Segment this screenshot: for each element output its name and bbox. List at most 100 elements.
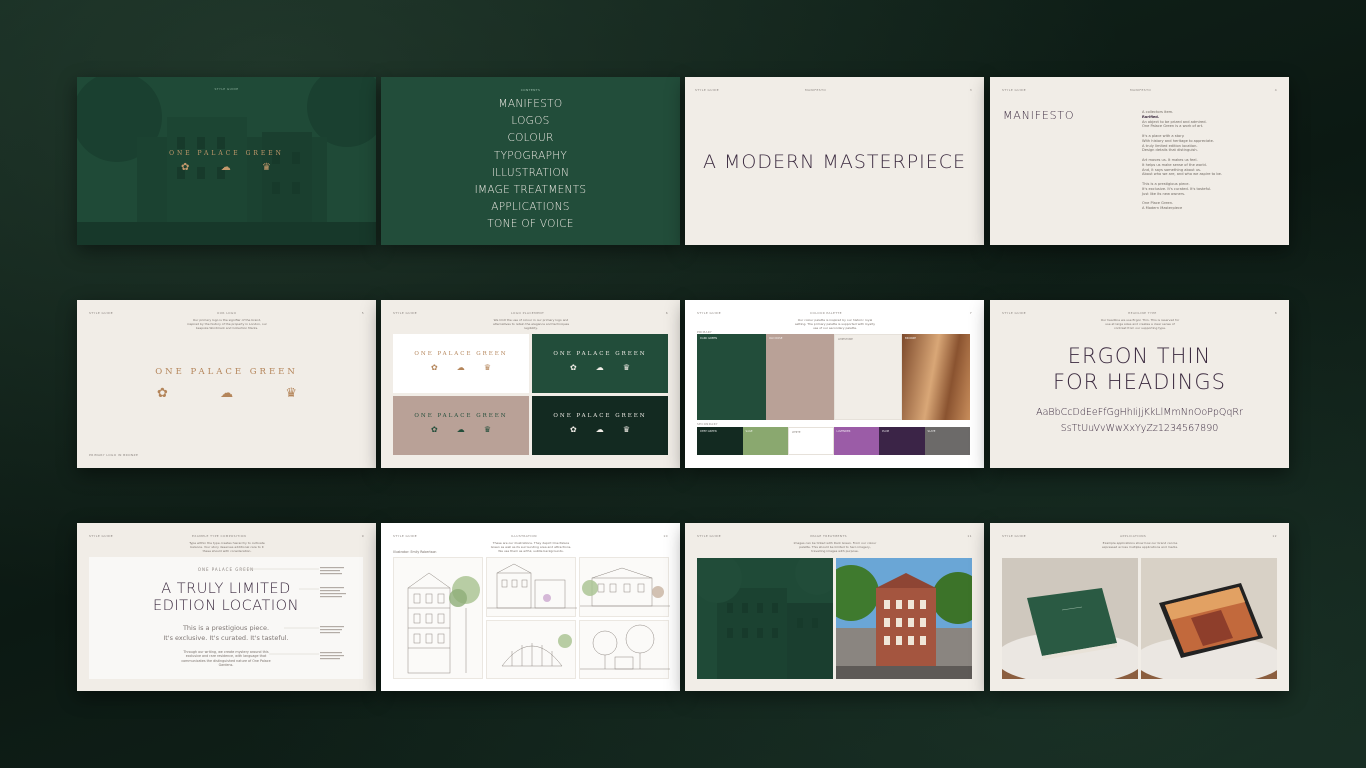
slide-header-left: STYLE GUIDE — [697, 534, 722, 538]
slide-page-number: 6 — [665, 311, 668, 315]
swatch-label: DARK GREEN — [700, 337, 718, 340]
contents-item-logos[interactable]: LOGOS — [381, 113, 680, 130]
contents-item-typography[interactable]: TYPOGRAPHY — [381, 148, 680, 165]
slide-header: STYLE GUIDE — [214, 87, 239, 91]
flower-icon: ✿ — [181, 162, 190, 173]
brand-wordmark: ONE PALACE GREEN — [155, 367, 298, 377]
slide-page-number: 10 — [663, 534, 668, 538]
flower-icon: ✿ — [431, 425, 438, 434]
secondary-swatch: SAGE — [742, 427, 788, 455]
sketch-rotunda — [486, 620, 576, 679]
slide-contents[interactable]: CONTENTS MANIFESTO LOGOS COLOUR TYPOGRAP… — [381, 77, 680, 245]
slide-intro: Our colour palette is inspired by our hi… — [794, 318, 876, 330]
slide-masterpiece[interactable]: STYLE GUIDE MANIFESTO 3 A MODERN MASTERP… — [685, 77, 984, 245]
secondary-label: SECONDARY — [697, 422, 718, 426]
slide-page-number: 9 — [361, 534, 364, 538]
slide-page-number: 8 — [1274, 311, 1277, 315]
logo-panel-wordmark: ONE PALACE GREEN — [414, 413, 508, 419]
manifesto-line: A Modern Masterpiece — [1142, 205, 1183, 210]
collection-marks: ✿ ☁ ♛ — [181, 163, 271, 173]
crown-icon: ♛ — [483, 425, 491, 434]
slide-intro: Our primary logo is the signifier of the… — [187, 318, 267, 330]
crown-icon: ♛ — [622, 425, 630, 434]
manifesto-text: A collectors item. Rarified. An object to … — [1142, 110, 1222, 211]
cloud-icon: ☁ — [595, 425, 604, 434]
slide-cover[interactable]: STYLE GUIDE ONE PALACE GREEN ✿ ☁ ♛ — [77, 77, 376, 245]
tablet-mockup-photo — [1141, 558, 1277, 679]
sketch-terrace — [579, 557, 670, 617]
slide-manifesto[interactable]: STYLE GUIDE MANIFESTO 4 MANIFESTO A coll… — [990, 77, 1289, 245]
swatch-label: LIMESTONE — [838, 338, 853, 341]
logo-panel: ONE PALACE GREEN ✿ ☁ ♛ — [393, 396, 529, 455]
slide-header-mid: MANIFESTO — [805, 88, 827, 92]
annotation-lines — [239, 567, 346, 660]
primary-swatch: BRONZE — [902, 334, 970, 420]
slide-applications[interactable]: STYLE GUIDE APPLICATIONS 12 Example appl… — [990, 523, 1289, 691]
secondary-swatch: LAVENDER — [833, 427, 879, 455]
slide-illustration[interactable]: STYLE GUIDE ILLUSTRATION 10 These are ou… — [381, 523, 680, 691]
slide-headline-type[interactable]: STYLE GUIDE HEADLINE TYPE 8 Our headline… — [990, 300, 1289, 468]
slide-primary-logo[interactable]: STYLE GUIDE OUR LOGO 5 Our primary logo … — [77, 300, 376, 468]
flower-icon: ✿ — [157, 386, 168, 401]
slide-page-number: 11 — [967, 534, 972, 538]
crown-icon: ♛ — [285, 386, 297, 401]
slide-header-left: STYLE GUIDE — [697, 311, 722, 315]
cloud-icon: ☁ — [456, 425, 465, 434]
swatch-label: LAVENDER — [836, 430, 851, 433]
slide-header-left: STYLE GUIDE — [393, 311, 418, 315]
cloud-icon: ☁ — [220, 386, 234, 401]
brand-wordmark: ONE PALACE GREEN — [169, 150, 284, 157]
manifesto-line: With history and heritage to appreciate. — [1142, 138, 1214, 143]
book-mockup-photo — [1002, 558, 1138, 679]
primary-swatch: OLD ROSE — [766, 334, 834, 420]
slide-intro: Example applications show how our brand … — [1101, 541, 1179, 549]
slide-header-left: STYLE GUIDE — [393, 534, 418, 538]
slide-header-mid: APPLICATIONS — [1120, 534, 1147, 538]
slide-page-number: 5 — [361, 311, 364, 315]
contents-item-image-treatments[interactable]: IMAGE TREATMENTS — [381, 182, 680, 199]
building-photo-tinted — [77, 77, 376, 245]
type-alphabet-line1: AaBbCcDdEeFfGgHhIiJjKkLlMmNnOoPpQqRr — [1036, 407, 1243, 418]
logo-panel-wordmark: ONE PALACE GREEN — [553, 351, 647, 357]
sketch-building-tall — [393, 557, 483, 679]
logo-panel: ONE PALACE GREEN ✿ ☁ ♛ — [532, 396, 668, 455]
slide-header-left: STYLE GUIDE — [1002, 88, 1027, 92]
logo-panel: ONE PALACE GREEN ✿ ☁ ♛ — [532, 334, 668, 393]
swatch-label: PLUM — [882, 430, 890, 433]
primary-swatch: DARK GREEN — [697, 334, 766, 420]
flower-icon: ✿ — [431, 363, 438, 372]
slide-type-composition[interactable]: STYLE GUIDE EXAMPLE TYPE COMPOSITION 9 T… — [77, 523, 376, 691]
contents-list: MANIFESTO LOGOS COLOUR TYPOGRAPHY ILLUST… — [381, 96, 680, 234]
contents-item-colour[interactable]: COLOUR — [381, 130, 680, 147]
slide-logo-placement[interactable]: STYLE GUIDE LOGO PLACEMENT 6 We limit th… — [381, 300, 680, 468]
slide-header-left: STYLE GUIDE — [1002, 311, 1027, 315]
slide-header: CONTENTS — [520, 88, 541, 92]
slide-header-mid: MANIFESTO — [1130, 88, 1152, 92]
slide-header-mid: ILLUSTRATION — [511, 534, 537, 538]
cloud-icon: ☁ — [595, 363, 604, 372]
manifesto-line: About who we are, and who we aspire to b… — [1142, 172, 1222, 177]
type-alphabet-line2: SsTtUuVvWwXxYyZz1234567890 — [1060, 423, 1219, 434]
logo-panel-marks: ✿ ☁ ♛ — [570, 425, 630, 434]
crown-icon: ♛ — [622, 363, 630, 372]
slide-intro: These are our illustrations. They depict… — [490, 541, 572, 553]
slide-header-mid: LOGO PLACEMENT — [511, 311, 545, 315]
flower-icon: ✿ — [570, 425, 577, 434]
contents-item-applications[interactable]: APPLICATIONS — [381, 199, 680, 216]
slide-header-left: STYLE GUIDE — [89, 311, 114, 315]
slide-page-number: 12 — [1272, 534, 1277, 538]
type-title-line2: FOR HEADINGS — [1053, 370, 1226, 394]
slide-image-treatments[interactable]: STYLE GUIDE IMAGE TREATMENTS 11 Images c… — [685, 523, 984, 691]
slide-header-left: STYLE GUIDE — [695, 88, 720, 92]
contents-item-tone-of-voice[interactable]: TONE OF VOICE — [381, 216, 680, 233]
crown-icon: ♛ — [262, 162, 271, 173]
secondary-swatch: DEEP GREEN — [697, 427, 743, 455]
contents-item-manifesto[interactable]: MANIFESTO — [381, 96, 680, 113]
cloud-icon: ☁ — [220, 162, 231, 173]
slide-footer: PRIMARY LOGO IN BRONZE — [89, 453, 139, 457]
slide-colour-palette[interactable]: STYLE GUIDE COLOUR PALETTE 7 Our colour … — [685, 300, 984, 468]
slide-header-mid: EXAMPLE TYPE COMPOSITION — [192, 534, 247, 538]
logo-panel-wordmark: ONE PALACE GREEN — [553, 413, 647, 419]
slide-page-number: 4 — [1274, 88, 1277, 92]
contents-item-illustration[interactable]: ILLUSTRATION — [381, 165, 680, 182]
